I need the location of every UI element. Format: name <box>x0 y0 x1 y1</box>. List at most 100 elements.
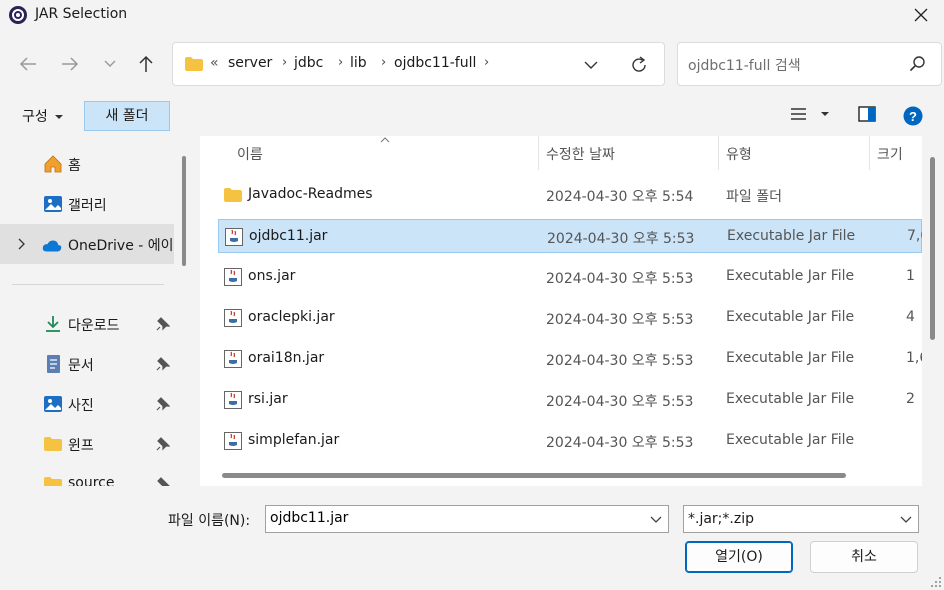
chevron-right-icon[interactable]: › <box>484 55 489 70</box>
preview-pane-icon <box>858 106 876 122</box>
back-button[interactable] <box>14 50 42 78</box>
file-date: 2024-04-30 오후 5:53 <box>547 231 695 247</box>
file-size: 1,6 <box>906 350 922 366</box>
resize-grip-icon[interactable] <box>930 576 942 588</box>
column-header-size[interactable]: 크기 <box>870 136 922 170</box>
new-folder-button[interactable]: 새 폴더 <box>84 101 170 131</box>
search-input[interactable]: ojdbc11-full 검색 <box>688 55 801 75</box>
sidebar-item-label: 윈프 <box>68 438 94 454</box>
sidebar-item-downloads[interactable]: 다운로드 <box>0 304 174 344</box>
open-button[interactable]: 열기(O) <box>685 541 793 573</box>
file-row[interactable]: ons.jar 2024-04-30 오후 5:53 Executable Ja… <box>218 260 922 294</box>
file-row[interactable]: orai18n.jar 2024-04-30 오후 5:53 Executabl… <box>218 342 922 376</box>
file-date: 2024-04-30 오후 5:53 <box>546 394 694 410</box>
file-row[interactable]: Javadoc-Readmes 2024-04-30 오후 5:54 파일 폴더 <box>218 178 922 212</box>
pin-icon[interactable] <box>156 437 170 451</box>
title-bar: JAR Selection <box>0 0 944 30</box>
file-name: oraclepki.jar <box>248 309 335 325</box>
gallery-icon <box>44 196 62 212</box>
file-row[interactable]: oraclepki.jar 2024-04-30 오후 5:53 Executa… <box>218 301 922 335</box>
sidebar-item-winp[interactable]: 윈프 <box>0 424 174 464</box>
document-icon <box>47 355 60 373</box>
chevron-down-icon[interactable] <box>650 512 662 526</box>
onedrive-icon <box>42 240 62 252</box>
preview-pane-button[interactable] <box>858 106 876 126</box>
pin-icon[interactable] <box>156 397 170 411</box>
file-type: Executable Jar File <box>726 350 855 366</box>
help-button[interactable]: ? <box>903 106 923 130</box>
sidebar-item-documents[interactable]: 문서 <box>0 344 174 384</box>
view-options-button[interactable] <box>790 106 838 126</box>
chevron-right-icon[interactable]: › <box>282 55 287 70</box>
sidebar-item-pictures[interactable]: 사진 <box>0 384 174 424</box>
file-size: 2 <box>906 391 915 407</box>
folder-icon <box>44 477 62 486</box>
file-row[interactable]: rsi.jar 2024-04-30 오후 5:53 Executable Ja… <box>218 383 922 417</box>
breadcrumb-ojdbc11-full[interactable]: ojdbc11-full <box>394 55 476 71</box>
svg-text:?: ? <box>909 109 917 124</box>
pin-icon[interactable] <box>156 357 170 371</box>
navigation-bar: « server › jdbc › lib › ojdbc11-full › o… <box>0 30 944 96</box>
file-type: Executable Jar File <box>726 391 855 407</box>
pictures-icon <box>44 396 62 412</box>
chevron-right-icon[interactable]: › <box>338 55 343 70</box>
horizontal-scrollbar[interactable] <box>222 473 846 478</box>
filename-combobox[interactable] <box>265 505 669 533</box>
up-button[interactable] <box>132 50 160 78</box>
file-name: ons.jar <box>248 268 296 284</box>
pin-icon[interactable] <box>156 477 170 486</box>
dialog-footer: 파일 이름(N): *.jar;*.zip 열기(O) 취소 <box>0 486 944 590</box>
file-date: 2024-04-30 오후 5:53 <box>546 312 694 328</box>
filename-input[interactable] <box>270 510 640 526</box>
sidebar-scrollbar[interactable] <box>182 156 186 266</box>
filename-label: 파일 이름(N): <box>168 513 251 529</box>
arrow-up-icon <box>139 55 153 72</box>
breadcrumb-jdbc[interactable]: jdbc <box>294 55 323 71</box>
sidebar-item-label: source <box>68 475 115 486</box>
arrow-left-icon <box>19 57 36 71</box>
app-icon <box>9 6 27 24</box>
chevron-down-icon[interactable] <box>583 55 599 75</box>
breadcrumb-server[interactable]: server <box>228 55 272 71</box>
chevron-right-icon[interactable]: › <box>381 55 386 70</box>
refresh-icon[interactable] <box>629 55 649 75</box>
jar-icon <box>224 309 242 327</box>
file-type: Executable Jar File <box>726 268 855 284</box>
command-bar: 구성 새 폴더 ? <box>0 96 944 136</box>
navigation-pane: 홈 갤러리 OneDrive - 에이 다운로드 문서 사진 윈프 source <box>0 136 190 486</box>
sidebar-divider <box>12 284 164 285</box>
sidebar-item-label: 다운로드 <box>68 318 120 334</box>
pin-icon[interactable] <box>156 317 170 331</box>
filetype-select[interactable]: *.jar;*.zip <box>683 505 919 533</box>
file-type: 파일 폴더 <box>726 189 782 205</box>
forward-button[interactable] <box>56 50 84 78</box>
breadcrumb-lib[interactable]: lib <box>350 55 367 71</box>
column-header-date[interactable]: 수정한 날짜 <box>539 136 719 170</box>
address-bar[interactable]: « server › jdbc › lib › ojdbc11-full › <box>172 42 665 86</box>
file-name: simplefan.jar <box>248 432 340 448</box>
sidebar-item-gallery[interactable]: 갤러리 <box>0 184 174 224</box>
sidebar-item-source[interactable]: source <box>0 464 174 486</box>
file-date: 2024-04-30 오후 5:53 <box>546 435 694 451</box>
jar-icon <box>224 391 242 409</box>
jar-icon <box>224 350 242 368</box>
file-type: Executable Jar File <box>726 432 855 448</box>
column-header-type[interactable]: 유형 <box>719 136 869 170</box>
organize-button[interactable]: 구성 <box>22 106 64 126</box>
jar-icon <box>224 432 242 450</box>
close-button[interactable] <box>898 0 944 30</box>
file-row[interactable]: ojdbc11.jar 2024-04-30 오후 5:53 Executabl… <box>218 219 922 253</box>
organize-label: 구성 <box>22 109 48 125</box>
sidebar-item-onedrive[interactable]: OneDrive - 에이 <box>0 224 174 264</box>
sidebar-item-home[interactable]: 홈 <box>0 144 174 184</box>
breadcrumb-overflow[interactable]: « <box>210 55 219 71</box>
cancel-button[interactable]: 취소 <box>810 541 918 573</box>
recent-locations-button[interactable] <box>96 50 124 78</box>
file-name: ojdbc11.jar <box>249 228 328 244</box>
file-type: Executable Jar File <box>726 309 855 325</box>
chevron-right-icon[interactable] <box>17 238 27 250</box>
file-row[interactable]: simplefan.jar 2024-04-30 오후 5:53 Executa… <box>218 424 922 458</box>
column-header-name[interactable]: 이름 <box>200 136 538 170</box>
vertical-scrollbar[interactable] <box>930 157 935 340</box>
search-box[interactable]: ojdbc11-full 검색 <box>677 42 942 86</box>
